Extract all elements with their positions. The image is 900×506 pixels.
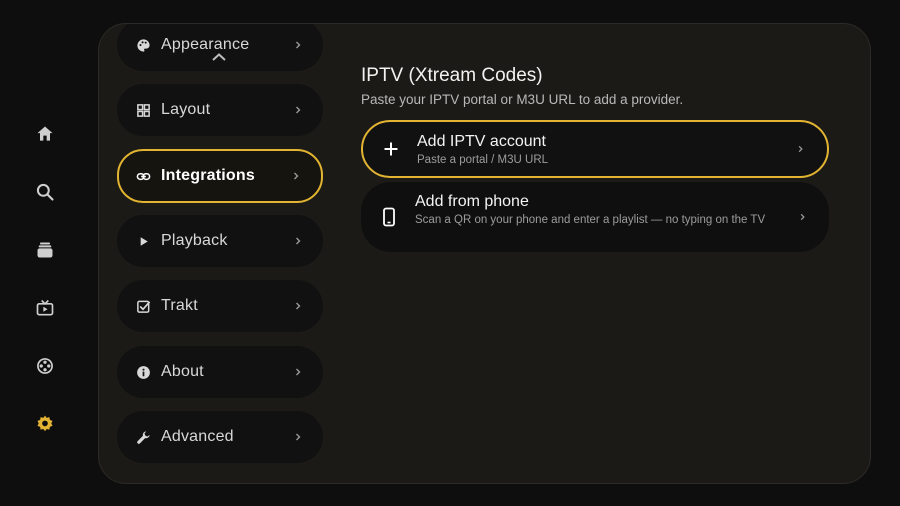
option-description: Scan a QR on your phone and enter a play… xyxy=(415,214,766,226)
library-icon[interactable] xyxy=(33,238,57,262)
sidebar-item-advanced[interactable]: Advanced xyxy=(117,411,323,463)
sidebar-item-appearance[interactable]: Appearance xyxy=(117,24,323,71)
checkbox-icon xyxy=(135,298,151,314)
nav-rail xyxy=(0,0,90,506)
option-title: Add from phone xyxy=(415,193,529,210)
sidebar-item-label: Trakt xyxy=(161,297,198,314)
settings-panel: Appearance Layout Integrations Playback … xyxy=(98,23,871,484)
palette-icon xyxy=(135,37,151,53)
sidebar-item-label: Layout xyxy=(161,101,211,118)
info-icon xyxy=(135,364,151,380)
sidebar-item-layout[interactable]: Layout xyxy=(117,84,323,136)
sidebar-item-about[interactable]: About xyxy=(117,346,323,398)
sidebar-item-label: Playback xyxy=(161,232,228,249)
add-from-phone-button[interactable]: Add from phone Scan a QR on your phone a… xyxy=(361,182,829,252)
add-iptv-account-button[interactable]: Add IPTV account Paste a portal / M3U UR… xyxy=(361,120,829,178)
sidebar-item-playback[interactable]: Playback xyxy=(117,215,323,267)
chevron-right-icon xyxy=(296,433,301,441)
search-icon[interactable] xyxy=(33,180,57,204)
chevron-right-icon xyxy=(800,213,805,221)
chevron-right-icon xyxy=(296,41,301,49)
chevron-right-icon xyxy=(294,172,299,180)
settings-icon[interactable] xyxy=(33,412,57,436)
phone-icon xyxy=(383,207,395,227)
option-description: Paste a portal / M3U URL xyxy=(417,154,549,166)
home-icon[interactable] xyxy=(33,122,57,146)
chevron-up-icon[interactable] xyxy=(211,52,227,62)
page-subtitle: Paste your IPTV portal or M3U URL to add… xyxy=(361,92,684,107)
live-tv-icon[interactable] xyxy=(33,296,57,320)
sidebar-item-label: Integrations xyxy=(161,167,255,184)
play-icon xyxy=(135,233,151,249)
sidebar-item-label: About xyxy=(161,363,204,380)
sidebar-item-trakt[interactable]: Trakt xyxy=(117,280,323,332)
wrench-icon xyxy=(135,429,151,445)
chevron-right-icon xyxy=(296,237,301,245)
grid-icon xyxy=(135,102,151,118)
link-icon xyxy=(135,168,151,184)
chevron-right-icon xyxy=(296,302,301,310)
chevron-right-icon xyxy=(798,145,803,153)
sidebar-item-label: Appearance xyxy=(161,36,250,53)
option-title: Add IPTV account xyxy=(417,133,546,150)
page-title: IPTV (Xtream Codes) xyxy=(361,65,543,86)
chevron-right-icon xyxy=(296,106,301,114)
reel-icon[interactable] xyxy=(33,354,57,378)
chevron-right-icon xyxy=(296,368,301,376)
sidebar-item-label: Advanced xyxy=(161,428,234,445)
sidebar-item-integrations[interactable]: Integrations xyxy=(117,149,323,203)
plus-icon xyxy=(384,142,398,156)
